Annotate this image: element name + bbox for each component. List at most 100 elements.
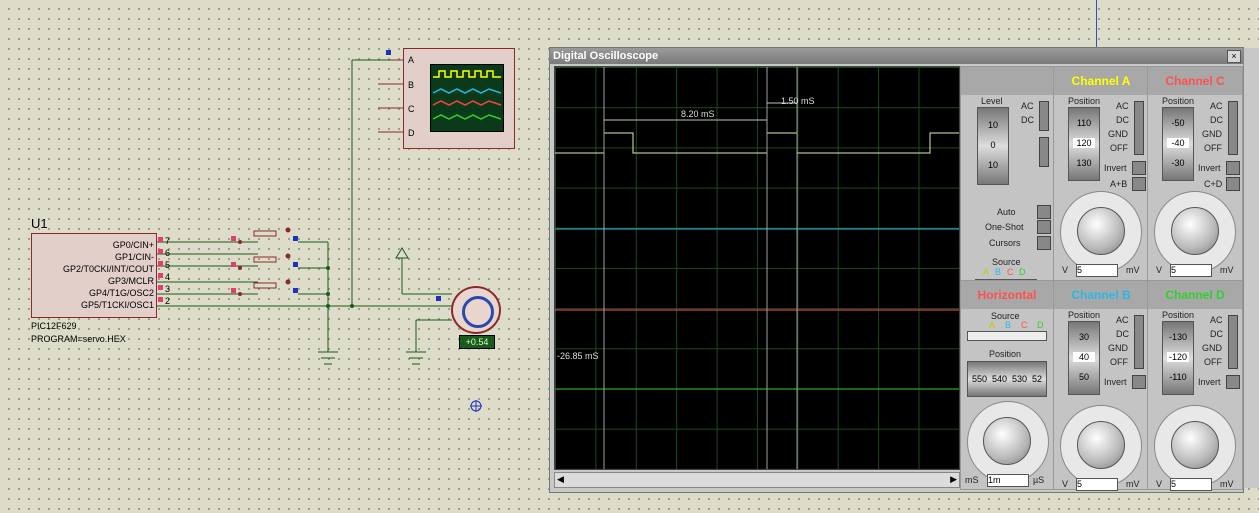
combine-toggle[interactable] (1226, 177, 1240, 191)
coupling-dc: DC (1210, 329, 1223, 339)
combine-label: A+B (1110, 179, 1128, 189)
pin-label: GP0/CIN+ (112, 240, 154, 250)
side-panel-edge (1243, 48, 1259, 488)
horizontal-panel: Horizontal Source A B C D Position 550 5… (960, 280, 1054, 490)
coupling-off: OFF (1204, 357, 1222, 367)
auto-label: Auto (997, 207, 1016, 217)
pin-number: 7 (165, 236, 171, 246)
trigger-ac-label: AC (1021, 101, 1034, 111)
combine-label: C+D (1204, 179, 1223, 189)
trigger-coupling-switch[interactable] (1039, 101, 1049, 131)
channel-position-slider[interactable]: -130 -120 -110 (1162, 321, 1194, 395)
channel-d-panel: Channel D Position -130 -120 -110 AC DC … (1147, 280, 1243, 491)
channel-a-panel: Channel A Position 110 120 130 AC DC GND… (1053, 66, 1149, 282)
coupling-dc: DC (1116, 329, 1129, 339)
pin-number: 6 (165, 248, 171, 258)
scroll-left-icon[interactable]: ◀ (557, 474, 564, 485)
chip-program-label: PROGRAM=servo.HEX (31, 334, 126, 344)
channel-position-slider[interactable]: 110 120 130 (1068, 107, 1100, 181)
window-title: Digital Oscilloscope (553, 50, 659, 62)
scroll-right-icon[interactable]: ▶ (950, 474, 957, 485)
trigger-level-label: Level (981, 96, 1003, 106)
volts-div-input[interactable]: 5 (1170, 478, 1212, 491)
trigger-panel: Level 10 0 10 AC DC Auto One-Shot Cursor… (960, 66, 1054, 289)
auto-toggle[interactable] (1037, 205, 1051, 219)
combine-toggle[interactable] (1132, 177, 1146, 191)
volts-div-input[interactable]: 5 (1076, 264, 1118, 277)
volts-div-input[interactable]: 5 (1076, 478, 1118, 491)
trigger-dc-label: DC (1021, 115, 1034, 125)
channel-title: Channel A (1054, 67, 1148, 95)
scope-input-label: B (408, 80, 415, 90)
coupling-off: OFF (1110, 143, 1128, 153)
pin-label: GP5/T1CKI/OSC1 (80, 300, 154, 310)
pin-label: GP1/CIN- (114, 252, 154, 262)
one-shot-label: One-Shot (985, 222, 1024, 232)
channel-position-slider[interactable]: -50 -40 -30 (1162, 107, 1194, 181)
coupling-ac: AC (1116, 101, 1129, 111)
coupling-gnd: GND (1108, 129, 1128, 139)
volts-div-knob[interactable] (1077, 421, 1125, 469)
coupling-gnd: GND (1202, 129, 1222, 139)
window-titlebar[interactable]: Digital Oscilloscope × (550, 48, 1243, 64)
channel-title: Channel B (1054, 281, 1148, 309)
horizontal-position-wheel[interactable]: 550 540 530 52 (967, 361, 1047, 397)
pin-label: GP3/MCLR (107, 276, 154, 286)
channel-position-slider[interactable]: 30 40 50 (1068, 321, 1100, 395)
invert-label: Invert (1104, 163, 1127, 173)
one-shot-toggle[interactable] (1037, 220, 1051, 234)
measure-label: 8.20 mS (681, 109, 715, 119)
scope-input-label: A (408, 55, 415, 65)
motor-angle-readout: +0.54 (459, 335, 495, 349)
channel-title: Channel C (1148, 67, 1242, 95)
channel-position-label: Position (1162, 96, 1195, 106)
coupling-off: OFF (1204, 143, 1222, 153)
pin-number: 2 (165, 296, 171, 306)
timebase-input[interactable]: 1m (987, 474, 1029, 487)
oscilloscope-window[interactable]: Digital Oscilloscope × 8.20 mS 1.50 mS -… (549, 47, 1244, 493)
servo-motor[interactable] (451, 286, 501, 334)
pin-label: GP4/T1G/OSC2 (88, 288, 154, 298)
invert-label: Invert (1198, 163, 1221, 173)
timebase-knob[interactable] (983, 417, 1031, 465)
channel-position-label: Position (1068, 310, 1101, 320)
volts-div-input[interactable]: 5 (1170, 264, 1212, 277)
coupling-off: OFF (1110, 357, 1128, 367)
close-button[interactable]: × (1227, 50, 1241, 63)
invert-toggle[interactable] (1226, 375, 1240, 389)
scope-input-label: D (408, 128, 415, 138)
schematic-canvas[interactable]: U1 GP0/CIN+ GP1/CIN- GP2/T0CKI/INT/COUT … (0, 0, 548, 513)
chip-part-label: PIC12F629 (31, 321, 77, 331)
coupling-dc: DC (1116, 115, 1129, 125)
invert-toggle[interactable] (1226, 161, 1240, 175)
invert-toggle[interactable] (1132, 375, 1146, 389)
waveform-traces (555, 67, 959, 469)
coupling-switch[interactable] (1134, 101, 1144, 155)
trigger-level-slider[interactable]: 10 0 10 (977, 107, 1009, 185)
volts-div-knob[interactable] (1171, 421, 1219, 469)
coupling-switch[interactable] (1228, 101, 1238, 155)
pin-label: GP2/T0CKI/INT/COUT (62, 264, 154, 274)
measure-label: 1.50 mS (781, 96, 815, 106)
cursors-toggle[interactable] (1037, 236, 1051, 250)
coupling-ac: AC (1210, 315, 1223, 325)
scope-display[interactable]: 8.20 mS 1.50 mS -26.85 mS (554, 66, 960, 470)
channel-title: Channel D (1148, 281, 1242, 309)
trigger-edge-switch[interactable] (1039, 137, 1049, 167)
volts-div-knob[interactable] (1171, 207, 1219, 255)
volts-div-knob[interactable] (1077, 207, 1125, 255)
horizontal-source-slider[interactable] (967, 331, 1047, 341)
channel-position-label: Position (1068, 96, 1101, 106)
coupling-switch[interactable] (1134, 315, 1144, 369)
cursors-label: Cursors (989, 238, 1021, 248)
pin-number: 3 (165, 284, 171, 294)
coupling-switch[interactable] (1228, 315, 1238, 369)
coupling-gnd: GND (1202, 343, 1222, 353)
scope-icon-screen (430, 64, 504, 132)
guide-line (1096, 0, 1097, 47)
coupling-gnd: GND (1108, 343, 1128, 353)
display-scrollbar[interactable]: ◀ ▶ (554, 472, 960, 488)
channel-c-panel: Channel C Position -50 -40 -30 AC DC GND… (1147, 66, 1243, 282)
invert-toggle[interactable] (1132, 161, 1146, 175)
trigger-source-label: Source (992, 257, 1021, 267)
